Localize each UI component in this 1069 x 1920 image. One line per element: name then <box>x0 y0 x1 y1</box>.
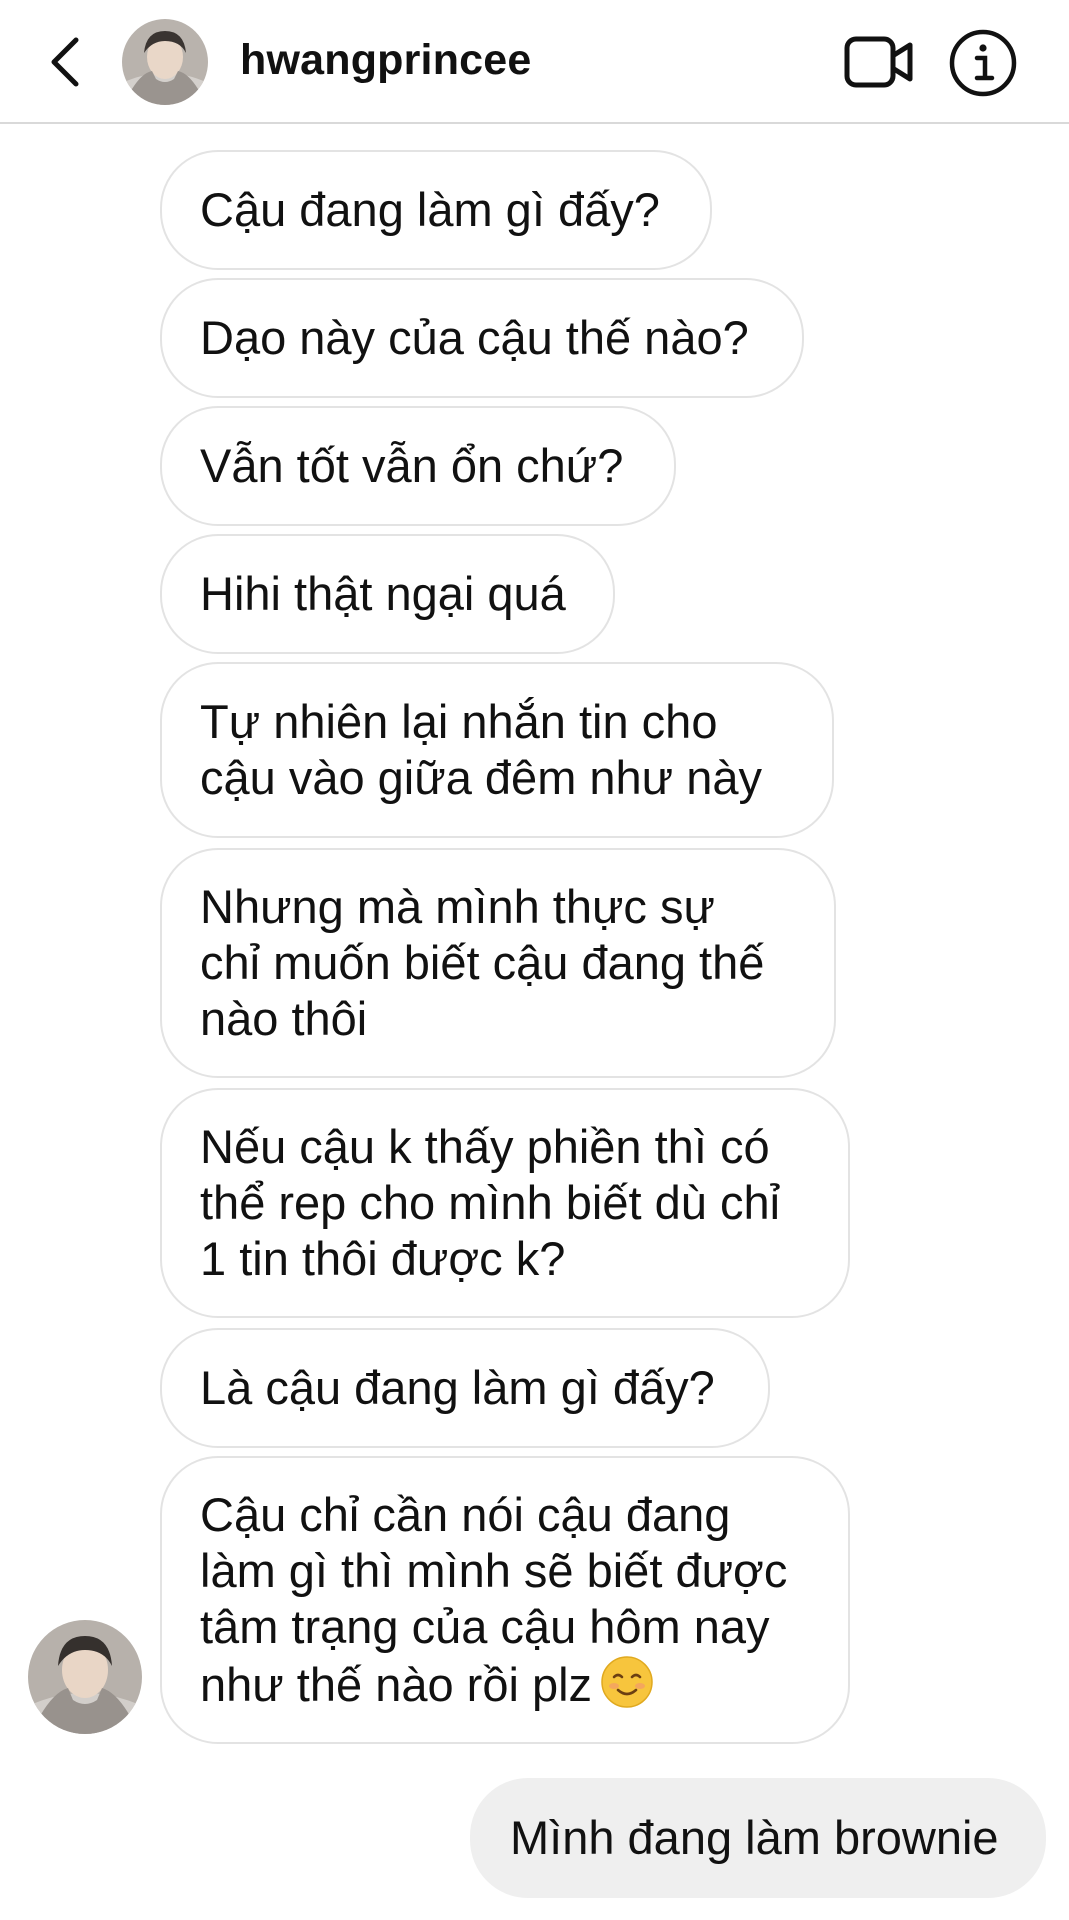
chat-header: hwangprincee <box>0 0 1069 124</box>
received-message[interactable]: Cậu đang làm gì đấy? <box>160 150 712 270</box>
contact-username[interactable]: hwangprincee <box>240 36 532 85</box>
video-camera-icon <box>844 36 913 88</box>
contact-avatar-small[interactable] <box>28 1620 142 1734</box>
message-text: Hihi thật ngại quá <box>200 567 566 620</box>
received-message[interactable]: Nhưng mà mình thực sự chỉ muốn biết cậu … <box>160 848 836 1078</box>
received-message[interactable]: Nếu cậu k thấy phiền thì có thể rep cho … <box>160 1088 850 1318</box>
received-message[interactable]: Là cậu đang làm gì đấy? <box>160 1328 770 1448</box>
message-text: Mình đang làm brownie <box>510 1811 999 1864</box>
video-call-button[interactable] <box>842 30 916 94</box>
message-text: Cậu đang làm gì đấy? <box>200 183 660 236</box>
info-icon <box>949 29 1017 97</box>
received-message[interactable]: Cậu chỉ cần nói cậu đang làm gì thì mình… <box>160 1456 850 1744</box>
message-text: Vẫn tốt vẫn ổn chứ? <box>200 439 624 492</box>
message-text: Nếu cậu k thấy phiền thì có thể rep cho … <box>200 1120 781 1285</box>
message-text: Là cậu đang làm gì đấy? <box>200 1361 715 1414</box>
received-message[interactable]: Vẫn tốt vẫn ổn chứ? <box>160 406 676 526</box>
contact-avatar[interactable] <box>122 19 208 105</box>
smiling-face-emoji <box>601 1656 653 1708</box>
received-message[interactable]: Dạo này của cậu thế nào? <box>160 278 804 398</box>
chevron-left-icon <box>51 37 79 87</box>
message-text: Tự nhiên lại nhắn tin cho cậu vào giữa đ… <box>200 695 762 804</box>
message-text: Dạo này của cậu thế nào? <box>200 311 749 364</box>
received-message[interactable]: Hihi thật ngại quá <box>160 534 615 654</box>
received-message[interactable]: Tự nhiên lại nhắn tin cho cậu vào giữa đ… <box>160 662 834 838</box>
info-button[interactable] <box>946 26 1020 100</box>
message-text: Cậu chỉ cần nói cậu đang làm gì thì mình… <box>200 1488 788 1711</box>
sent-message[interactable]: Mình đang làm brownie <box>470 1778 1046 1898</box>
message-text: Nhưng mà mình thực sự chỉ muốn biết cậu … <box>200 880 765 1045</box>
back-button[interactable] <box>40 30 90 94</box>
